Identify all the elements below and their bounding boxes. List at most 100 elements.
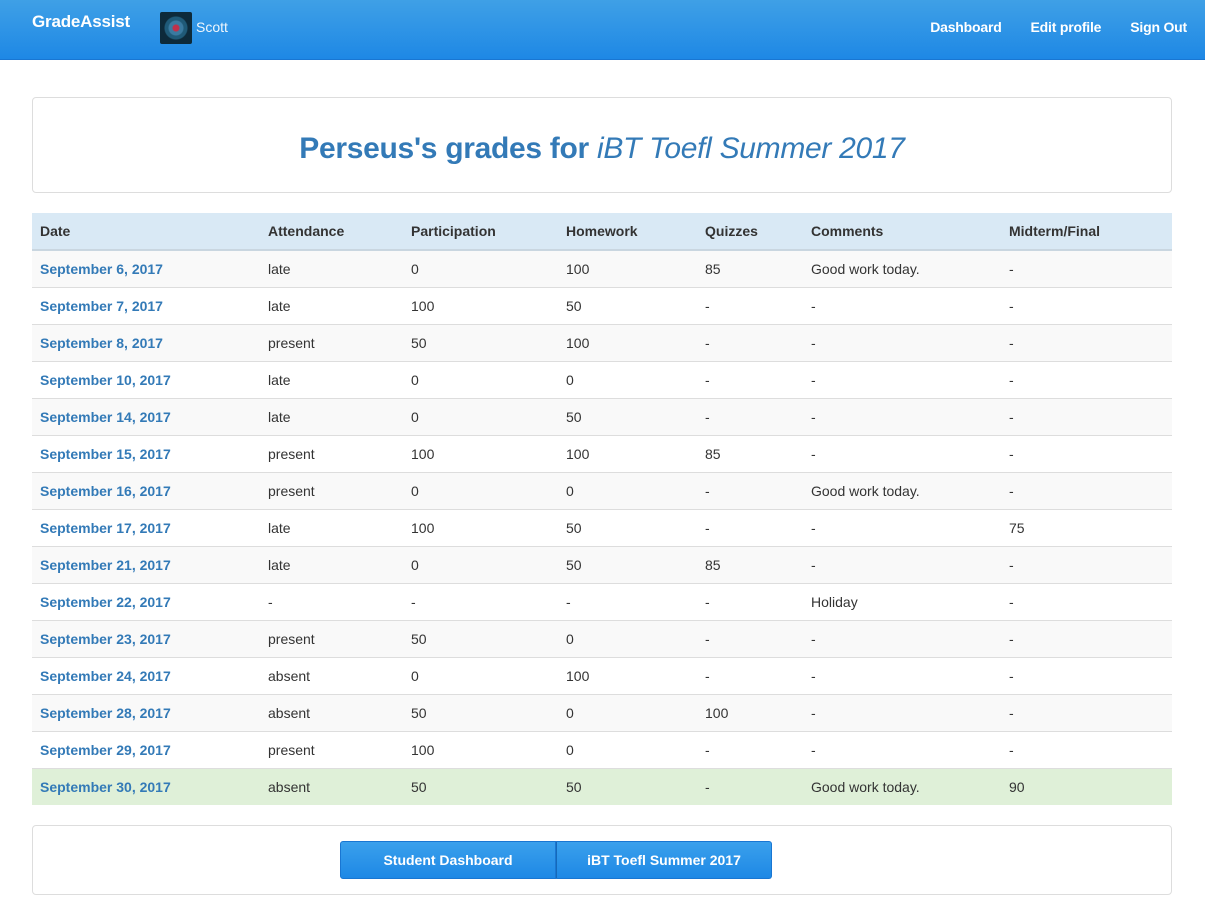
student-dashboard-button[interactable]: Student Dashboard [340,841,556,879]
cell-participation: 100 [403,730,558,768]
date-link[interactable]: September 16, 2017 [40,483,171,499]
cell-date: September 24, 2017 [32,656,260,694]
date-link[interactable]: September 17, 2017 [40,520,171,536]
cell-attendance: absent [260,693,403,731]
nav-dashboard-link[interactable]: Dashboard [930,19,1002,35]
cell-midterm-final: - [1001,434,1172,472]
cell-participation: 50 [403,767,558,805]
column-header-comments: Comments [803,213,1001,251]
cell-participation: 50 [403,323,558,361]
footer-panel: Student Dashboard iBT Toefl Summer 2017 [32,825,1172,895]
cell-date: September 28, 2017 [32,693,260,731]
cell-comments: - [803,323,1001,361]
cell-attendance: late [260,545,403,583]
table-header-row: Date Attendance Participation Homework Q… [32,213,1172,251]
cell-participation: 0 [403,249,558,287]
cell-date: September 6, 2017 [32,249,260,287]
nav-links: Dashboard Edit profile Sign Out [901,19,1187,35]
page-title-prefix: Perseus's grades for [299,132,597,165]
cell-attendance: present [260,730,403,768]
date-link[interactable]: September 28, 2017 [40,705,171,721]
cell-midterm-final: - [1001,360,1172,398]
cell-homework: 100 [558,434,697,472]
date-link[interactable]: September 7, 2017 [40,298,163,314]
brand-link[interactable]: GradeAssist [32,12,130,32]
nav-sign-out-link[interactable]: Sign Out [1130,19,1187,35]
cell-attendance: present [260,619,403,657]
column-header-date: Date [32,213,260,251]
grades-table-body: September 6, 2017 late 0 100 85 Good work tod… [32,249,1172,805]
table-row: September 6, 2017 late 0 100 85 Good work tod… [32,249,1172,287]
title-panel: Perseus's grades for iBT Toefl Summer 20… [32,97,1172,193]
cell-homework: 0 [558,619,697,657]
cell-participation: 50 [403,693,558,731]
cell-homework: 0 [558,360,697,398]
cell-homework: - [558,582,697,620]
nav-edit-profile-link[interactable]: Edit profile [1031,19,1102,35]
cell-date: September 16, 2017 [32,471,260,509]
cell-date: September 29, 2017 [32,730,260,768]
course-button[interactable]: iBT Toefl Summer 2017 [556,841,772,879]
cell-quizzes: - [697,323,803,361]
user-profile-link[interactable]: Scott [160,12,228,44]
table-row: September 22, 2017- - - - Holiday - [32,582,1172,620]
cell-attendance: present [260,471,403,509]
date-link[interactable]: September 14, 2017 [40,409,171,425]
cell-participation: 100 [403,508,558,546]
cell-date: September 15, 2017 [32,434,260,472]
cell-quizzes: - [697,582,803,620]
date-link[interactable]: September 22, 2017 [40,594,171,610]
cell-quizzes: - [697,360,803,398]
cell-comments: - [803,656,1001,694]
date-link[interactable]: September 21, 2017 [40,557,171,573]
cell-quizzes: - [697,471,803,509]
cell-attendance: absent [260,656,403,694]
cell-attendance: late [260,397,403,435]
date-link[interactable]: September 6, 2017 [40,261,163,277]
date-link[interactable]: September 30, 2017 [40,779,171,795]
table-row: September 24, 2017 absent 0 100- - - [32,656,1172,694]
column-header-participation: Participation [403,213,558,251]
cell-date: September 14, 2017 [32,397,260,435]
cell-date: September 23, 2017 [32,619,260,657]
cell-participation: 0 [403,545,558,583]
cell-homework: 100 [558,323,697,361]
grades-table: Date Attendance Participation Homework Q… [32,213,1172,805]
cell-comments: - [803,508,1001,546]
cell-participation: 100 [403,434,558,472]
date-link[interactable]: September 8, 2017 [40,335,163,351]
cell-homework: 50 [558,767,697,805]
cell-comments: - [803,360,1001,398]
table-row: September 23, 2017 present 50 0- - - [32,619,1172,657]
cell-participation: 0 [403,397,558,435]
date-link[interactable]: September 23, 2017 [40,631,171,647]
cell-midterm-final: - [1001,656,1172,694]
user-name: Scott [196,19,228,35]
cell-comments: Good work today. [803,249,1001,287]
date-link[interactable]: September 10, 2017 [40,372,171,388]
cell-comments: - [803,545,1001,583]
top-navbar: GradeAssist Scott Dashboard Edit profile… [0,0,1205,60]
cell-participation: 0 [403,471,558,509]
cell-attendance: present [260,323,403,361]
cell-homework: 0 [558,730,697,768]
cell-attendance: present [260,434,403,472]
cell-participation: 100 [403,286,558,324]
date-link[interactable]: September 29, 2017 [40,742,171,758]
cell-attendance: - [260,582,403,620]
cell-participation: 0 [403,656,558,694]
table-row: September 8, 2017 present 50 100- - - [32,323,1172,361]
cell-attendance: late [260,508,403,546]
cell-participation: 50 [403,619,558,657]
table-row: September 14, 2017 late 0 50- - - [32,397,1172,435]
cell-date: September 7, 2017 [32,286,260,324]
cell-attendance: absent [260,767,403,805]
date-link[interactable]: September 15, 2017 [40,446,171,462]
cell-midterm-final: - [1001,471,1172,509]
cell-homework: 100 [558,656,697,694]
date-link[interactable]: September 24, 2017 [40,668,171,684]
cell-homework: 0 [558,471,697,509]
cell-comments: - [803,434,1001,472]
cell-quizzes: - [697,508,803,546]
table-row: September 16, 2017 present 0 0- Good work to… [32,471,1172,509]
